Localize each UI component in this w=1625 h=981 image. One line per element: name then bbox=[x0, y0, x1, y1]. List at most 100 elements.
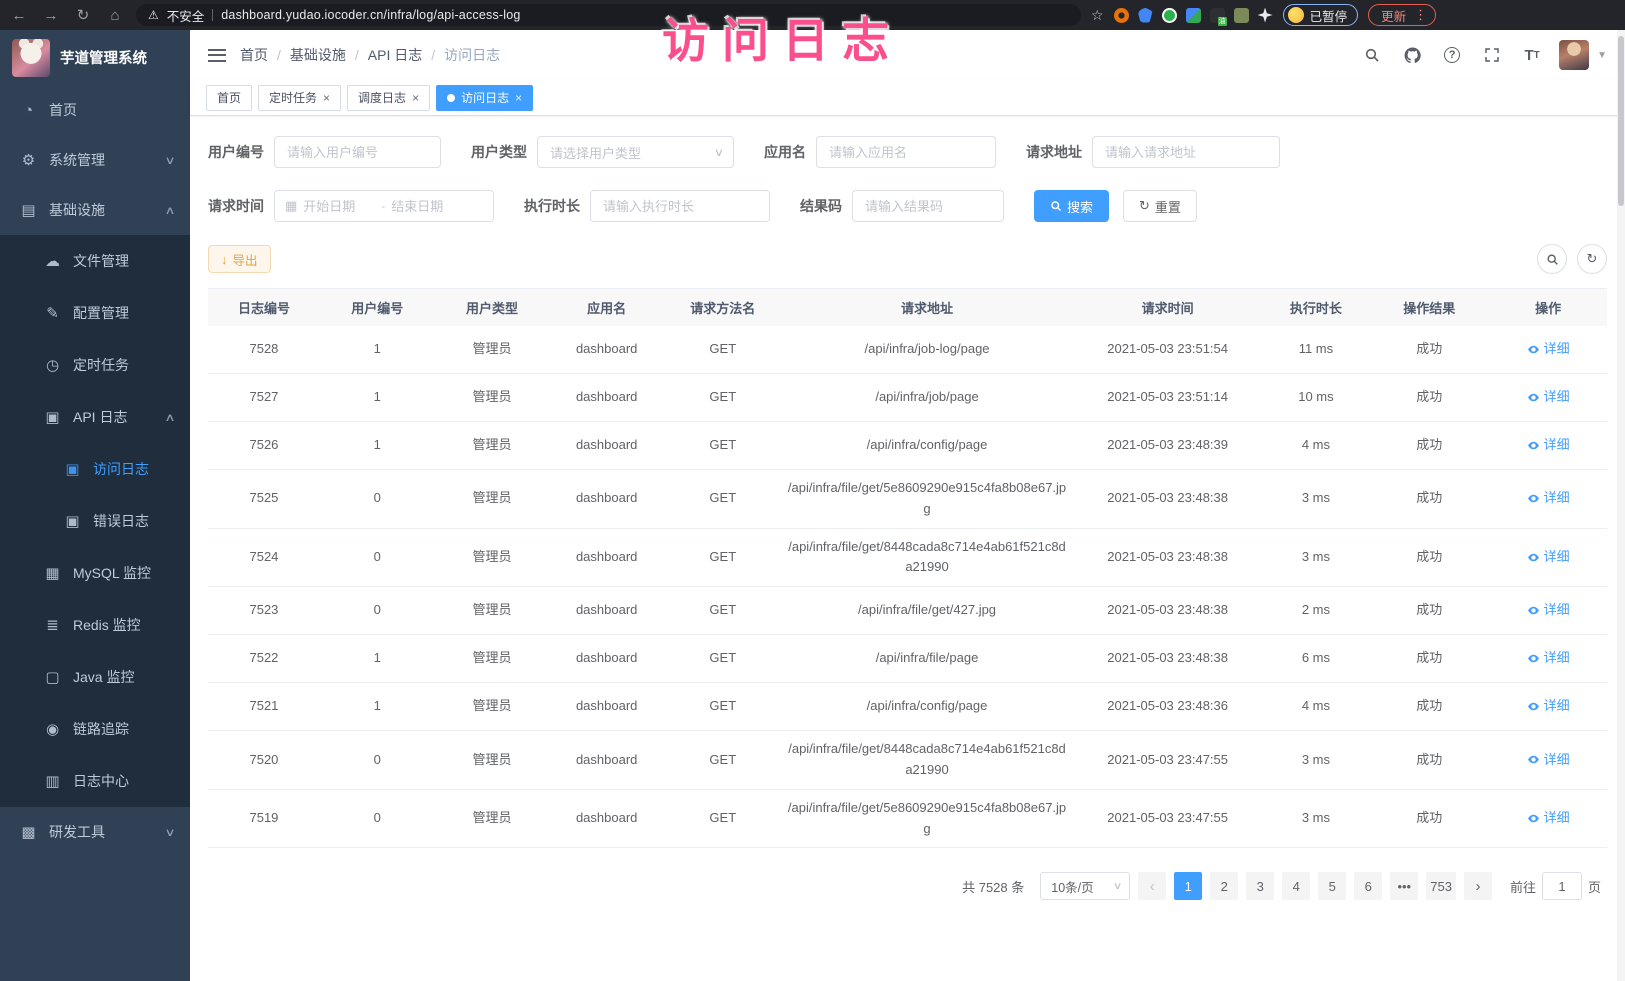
font-size-icon[interactable]: TT bbox=[1519, 42, 1545, 68]
chevron-down-icon[interactable]: ▼ bbox=[1597, 50, 1607, 61]
hamburger-icon[interactable] bbox=[208, 49, 226, 62]
sidebar-item[interactable]: ▦MySQL 监控 bbox=[0, 547, 190, 599]
extension-icon-green[interactable] bbox=[1162, 8, 1177, 23]
reset-button[interactable]: ↻ 重置 bbox=[1123, 190, 1197, 222]
home-icon[interactable]: ⌂ bbox=[104, 7, 126, 24]
scrollbar-thumb[interactable] bbox=[1618, 36, 1624, 206]
close-icon[interactable]: × bbox=[412, 91, 419, 105]
sidebar-logo[interactable]: 芋道管理系统 bbox=[0, 30, 190, 85]
detail-link[interactable]: 详细 bbox=[1527, 808, 1570, 829]
page-button[interactable]: 6 bbox=[1354, 872, 1382, 900]
reload-icon[interactable]: ↻ bbox=[72, 6, 94, 24]
address-bar[interactable]: ⚠ 不安全 dashboard.yudao.iocoder.cn/infra/l… bbox=[136, 4, 1081, 26]
breadcrumb-infra[interactable]: 基础设施 bbox=[290, 45, 346, 65]
user-id-input[interactable] bbox=[274, 136, 441, 168]
github-icon[interactable] bbox=[1399, 42, 1425, 68]
close-icon[interactable]: × bbox=[515, 91, 522, 105]
sidebar-item[interactable]: ◔首页 bbox=[0, 85, 190, 135]
sidebar-item[interactable]: ▣API 日志∧ bbox=[0, 391, 190, 443]
page-button[interactable]: 753 bbox=[1426, 872, 1456, 900]
detail-link[interactable]: 详细 bbox=[1527, 547, 1570, 568]
cell: /api/infra/config/page bbox=[782, 683, 1073, 730]
bookmark-star-icon[interactable]: ☆ bbox=[1091, 7, 1104, 24]
cell: GET bbox=[664, 470, 782, 528]
end-date-input[interactable] bbox=[391, 199, 463, 214]
detail-link[interactable]: 详细 bbox=[1527, 600, 1570, 621]
extension-icon-tampermonkey[interactable] bbox=[1210, 8, 1225, 23]
result-code-input[interactable] bbox=[852, 190, 1004, 222]
extension-icon-puzzle[interactable] bbox=[1186, 8, 1201, 23]
page-button[interactable]: 4 bbox=[1282, 872, 1310, 900]
page-button[interactable]: 2 bbox=[1210, 872, 1238, 900]
back-icon[interactable]: ← bbox=[8, 7, 30, 24]
detail-link[interactable]: 详细 bbox=[1527, 435, 1570, 456]
cell: 4 ms bbox=[1263, 422, 1369, 469]
search-icon[interactable] bbox=[1359, 42, 1385, 68]
user-avatar[interactable] bbox=[1559, 40, 1589, 70]
extension-icon-shield[interactable] bbox=[1138, 8, 1153, 23]
cell: 管理员 bbox=[435, 790, 550, 848]
page-button[interactable]: 3 bbox=[1246, 872, 1274, 900]
cell: 2021-05-03 23:48:39 bbox=[1073, 422, 1263, 469]
cell: 1 bbox=[320, 683, 435, 730]
fullscreen-icon[interactable] bbox=[1479, 42, 1505, 68]
detail-link[interactable]: 详细 bbox=[1527, 488, 1570, 509]
next-page-button[interactable]: › bbox=[1464, 872, 1492, 900]
tab-item[interactable]: 首页 bbox=[206, 85, 252, 111]
toggle-search-button[interactable] bbox=[1537, 244, 1567, 274]
app-name-input[interactable] bbox=[816, 136, 996, 168]
cell-action: 详细 bbox=[1489, 683, 1607, 730]
sidebar-item[interactable]: ▥日志中心 bbox=[0, 755, 190, 807]
eye-icon bbox=[1527, 551, 1540, 564]
tab-active[interactable]: 访问日志× bbox=[436, 85, 533, 111]
url-text[interactable]: dashboard.yudao.iocoder.cn/infra/log/api… bbox=[221, 8, 520, 22]
user-type-select[interactable]: 请选择用户类型 ∨ bbox=[537, 136, 734, 168]
sidebar-item[interactable]: ▩研发工具∨ bbox=[0, 807, 190, 857]
sidebar-item[interactable]: ▣访问日志 bbox=[0, 443, 190, 495]
sidebar-item[interactable]: ◉链路追踪 bbox=[0, 703, 190, 755]
browser-menu-icon[interactable]: ⋮ bbox=[1414, 7, 1427, 23]
sidebar-item[interactable]: ≣Redis 监控 bbox=[0, 599, 190, 651]
page-size-select[interactable]: 10条/页 ∨ bbox=[1040, 872, 1130, 900]
search-button[interactable]: 搜索 bbox=[1034, 190, 1109, 222]
detail-link[interactable]: 详细 bbox=[1527, 696, 1570, 717]
start-date-input[interactable] bbox=[303, 199, 375, 214]
extension-icon-orange[interactable] bbox=[1114, 8, 1129, 23]
cell: 7522 bbox=[208, 635, 320, 682]
goto-page-input[interactable] bbox=[1542, 872, 1582, 900]
detail-link[interactable]: 详细 bbox=[1527, 648, 1570, 669]
extension-icon-pinwheel[interactable] bbox=[1258, 8, 1273, 23]
detail-link[interactable]: 详细 bbox=[1527, 387, 1570, 408]
scrollbar[interactable] bbox=[1617, 30, 1625, 981]
sidebar-item[interactable]: ▤基础设施∧ bbox=[0, 185, 190, 235]
breadcrumb-api-log[interactable]: API 日志 bbox=[368, 45, 422, 65]
forward-icon[interactable]: → bbox=[40, 7, 62, 24]
duration-input[interactable] bbox=[590, 190, 770, 222]
sidebar-item[interactable]: ✎配置管理 bbox=[0, 287, 190, 339]
breadcrumb-home[interactable]: 首页 bbox=[240, 45, 268, 65]
request-url-input[interactable] bbox=[1092, 136, 1280, 168]
detail-link[interactable]: 详细 bbox=[1527, 750, 1570, 771]
security-label[interactable]: 不安全 bbox=[167, 6, 205, 25]
detail-link[interactable]: 详细 bbox=[1527, 339, 1570, 360]
sidebar-item[interactable]: ▣错误日志 bbox=[0, 495, 190, 547]
paused-badge[interactable]: 已暂停 bbox=[1283, 4, 1359, 26]
tab-item[interactable]: 调度日志× bbox=[347, 85, 430, 111]
page-ellipsis[interactable]: ••• bbox=[1390, 872, 1418, 900]
export-button[interactable]: ↓ 导出 bbox=[208, 245, 271, 273]
refresh-table-button[interactable]: ↻ bbox=[1577, 244, 1607, 274]
close-icon[interactable]: × bbox=[323, 91, 330, 105]
update-button[interactable]: 更新 ⋮ bbox=[1368, 4, 1436, 26]
page-button[interactable]: 1 bbox=[1174, 872, 1202, 900]
sidebar-item[interactable]: ⚙系统管理∨ bbox=[0, 135, 190, 185]
help-icon[interactable]: ? bbox=[1439, 42, 1465, 68]
sidebar-item[interactable]: ☁文件管理 bbox=[0, 235, 190, 287]
sidebar-item[interactable]: ▢Java 监控 bbox=[0, 651, 190, 703]
sidebar-item[interactable]: ◷定时任务 bbox=[0, 339, 190, 391]
date-range-picker[interactable]: ▦ - bbox=[274, 190, 494, 222]
page-button[interactable]: 5 bbox=[1318, 872, 1346, 900]
tab-item[interactable]: 定时任务× bbox=[258, 85, 341, 111]
cell: dashboard bbox=[549, 529, 664, 587]
prev-page-button[interactable]: ‹ bbox=[1138, 872, 1166, 900]
extension-icon-person[interactable] bbox=[1234, 8, 1249, 23]
